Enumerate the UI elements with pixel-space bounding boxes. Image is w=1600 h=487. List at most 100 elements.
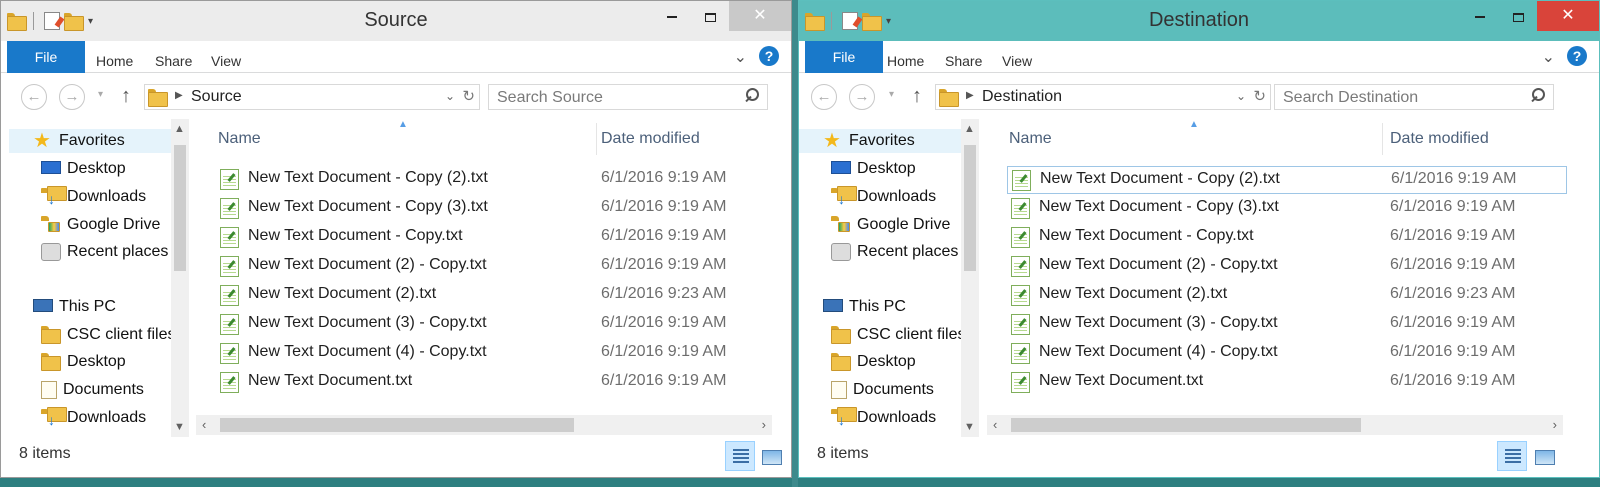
large-icons-view-icon[interactable] [755,441,785,471]
table-row[interactable]: New Text Document.txt 6/1/2016 9:19 AM [1007,369,1567,397]
table-row[interactable]: New Text Document (2) - Copy.txt 6/1/2016… [1007,253,1567,281]
tab-home[interactable]: Home [887,41,924,73]
table-row[interactable]: New Text Document - Copy (2).txt 6/1/2016… [1007,166,1567,194]
sidebar-item-pc-desktop[interactable]: Desktop [41,350,126,374]
scroll-up-icon[interactable]: ▲ [964,123,975,135]
tab-home[interactable]: Home [96,41,133,73]
table-row[interactable]: New Text Document (4) - Copy.txt 6/1/2016… [216,340,772,368]
sidebar-item-desktop[interactable]: Desktop [831,157,916,181]
column-divider[interactable] [596,123,597,155]
recent-locations-dropdown-icon[interactable]: ▾ [98,89,103,100]
scrollbar-thumb[interactable] [220,418,574,432]
sidebar-item-csc-client-files[interactable]: CSC client files [831,323,965,347]
search-input[interactable]: Search Destination [1274,84,1554,110]
large-icons-view-icon[interactable] [1528,441,1558,471]
table-row[interactable]: New Text Document (3) - Copy.txt 6/1/2016… [1007,311,1567,339]
forward-arrow-icon[interactable]: → [849,84,875,110]
search-icon[interactable] [745,87,759,101]
forward-arrow-icon[interactable]: → [59,84,85,110]
navigation-pane[interactable]: ★Favorites Desktop Downloads Google Driv… [9,119,189,437]
sidebar-item-pc-downloads[interactable]: Downloads [41,406,146,430]
file-list-horizontal-scrollbar[interactable]: ‹ › [196,415,772,435]
sidebar-item-desktop[interactable]: Desktop [41,157,126,181]
navigation-pane[interactable]: ★Favorites Desktop Downloads Google Driv… [799,119,979,437]
sidebar-item-documents[interactable]: Documents [41,378,144,402]
scroll-down-icon[interactable]: ▼ [964,421,975,433]
breadcrumb-separator-icon[interactable]: ▶ [966,90,974,101]
file-list[interactable]: ▲ Name Date modified New Text Document -… [196,119,772,437]
up-arrow-icon[interactable]: ↑ [121,85,131,108]
sidebar-item-pc-desktop[interactable]: Desktop [831,350,916,374]
address-bar[interactable]: ▶ Destination ⌄ ↻ [935,84,1271,110]
tab-file[interactable]: File [805,41,883,73]
help-button[interactable]: ? [759,46,779,66]
file-list[interactable]: ▲ Name Date modified New Text Document -… [987,119,1567,437]
sidebar-item-recent-places[interactable]: Recent places [831,240,958,264]
recent-locations-dropdown-icon[interactable]: ▾ [889,89,894,100]
tab-view[interactable]: View [211,41,241,73]
column-header-name[interactable]: Name [1009,130,1052,148]
tab-share[interactable]: Share [155,41,192,73]
close-button[interactable]: ✕ [729,1,791,31]
maximize-button[interactable] [1499,1,1537,31]
navigation-scrollbar[interactable]: ▲ ▼ [961,119,979,437]
navigation-scrollbar[interactable]: ▲ ▼ [171,119,189,437]
tab-view[interactable]: View [1002,41,1032,73]
scrollbar-thumb[interactable] [1011,418,1361,432]
column-header-date-modified[interactable]: Date modified [601,130,700,148]
scrollbar-thumb[interactable] [174,145,186,271]
ribbon-expand-chevron-icon[interactable]: ⌄ [734,47,747,67]
sidebar-item-csc-client-files[interactable]: CSC client files [41,323,175,347]
maximize-button[interactable] [691,1,729,31]
tab-file[interactable]: File [7,41,85,73]
table-row[interactable]: New Text Document.txt 6/1/2016 9:19 AM [216,369,772,397]
scroll-down-icon[interactable]: ▼ [174,421,185,433]
sidebar-item-recent-places[interactable]: Recent places [41,240,168,264]
details-view-icon[interactable] [1497,441,1527,471]
table-row[interactable]: New Text Document (2).txt 6/1/2016 9:23 A… [216,282,772,310]
breadcrumb[interactable]: Destination [982,88,1062,106]
title-bar[interactable]: ▾ Source ✕ [1,1,791,41]
table-row[interactable]: New Text Document (2).txt 6/1/2016 9:23 A… [1007,282,1567,310]
column-header-name[interactable]: Name [218,130,261,148]
sidebar-item-this-pc[interactable]: This PC [33,295,116,319]
search-input[interactable]: Search Source [488,84,768,110]
table-row[interactable]: New Text Document - Copy (3).txt 6/1/2016… [1007,195,1567,223]
table-row[interactable]: New Text Document - Copy (3).txt 6/1/2016… [216,195,772,223]
search-icon[interactable] [1531,87,1545,101]
table-row[interactable]: New Text Document - Copy.txt 6/1/2016 9:1… [216,224,772,252]
back-arrow-icon[interactable]: ← [21,84,47,110]
details-view-icon[interactable] [725,441,755,471]
title-bar[interactable]: ▾ Destination ✕ [799,1,1599,41]
sidebar-item-downloads[interactable]: Downloads [831,185,936,209]
scroll-up-icon[interactable]: ▲ [174,123,185,135]
table-row[interactable]: New Text Document - Copy.txt 6/1/2016 9:1… [1007,224,1567,252]
sidebar-item-google-drive[interactable]: Google Drive [831,213,950,237]
scrollbar-thumb[interactable] [964,145,976,271]
scroll-left-icon[interactable]: ‹ [993,417,997,432]
scroll-right-icon[interactable]: › [1553,417,1557,432]
sidebar-item-favorites[interactable]: ★ Favorites [9,129,189,153]
table-row[interactable]: New Text Document (3) - Copy.txt 6/1/2016… [216,311,772,339]
table-row[interactable]: New Text Document - Copy (2).txt 6/1/2016… [216,166,772,194]
sidebar-item-this-pc[interactable]: This PC [823,295,906,319]
address-dropdown-icon[interactable]: ⌄ [445,89,455,103]
sidebar-item-google-drive[interactable]: Google Drive [41,213,160,237]
refresh-icon[interactable]: ↻ [462,87,475,105]
table-row[interactable]: New Text Document (2) - Copy.txt 6/1/2016… [216,253,772,281]
table-row[interactable]: New Text Document (4) - Copy.txt 6/1/2016… [1007,340,1567,368]
back-arrow-icon[interactable]: ← [811,84,837,110]
sidebar-item-documents[interactable]: Documents [831,378,934,402]
up-arrow-icon[interactable]: ↑ [912,85,922,108]
tab-share[interactable]: Share [945,41,982,73]
column-divider[interactable] [1382,123,1383,155]
sidebar-item-favorites[interactable]: ★ Favorites [799,129,979,153]
sidebar-item-pc-downloads[interactable]: Downloads [831,406,936,430]
file-list-horizontal-scrollbar[interactable]: ‹ › [987,415,1563,435]
scroll-left-icon[interactable]: ‹ [202,417,206,432]
refresh-icon[interactable]: ↻ [1253,87,1266,105]
explorer-window-source[interactable]: ▾ Source ✕ File Home Share View ⌄ ? ← → … [0,0,792,478]
breadcrumb-separator-icon[interactable]: ▶ [175,90,183,101]
scroll-right-icon[interactable]: › [762,417,766,432]
minimize-button[interactable] [1461,1,1499,31]
